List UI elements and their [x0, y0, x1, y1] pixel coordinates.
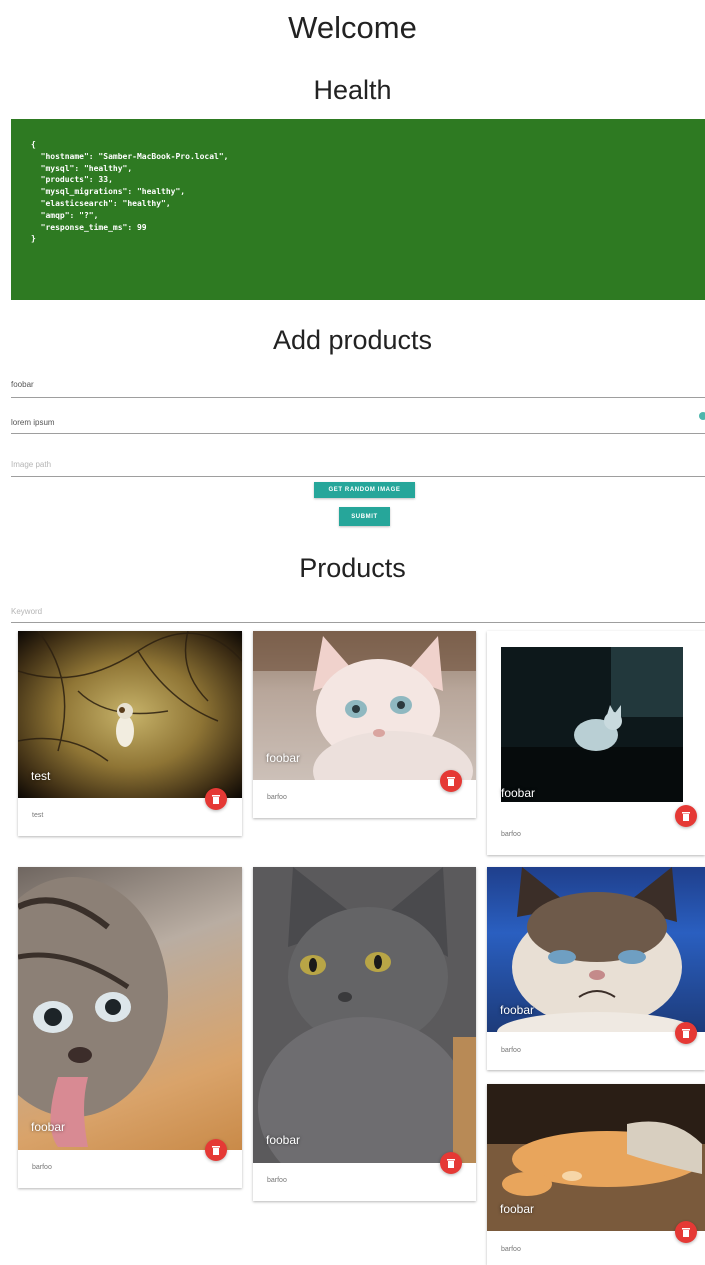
- health-line: "mysql": "healthy",: [31, 163, 133, 173]
- product-card: foobar barfoo: [253, 631, 476, 818]
- card-description: barfoo: [501, 831, 521, 838]
- trash-icon: [682, 812, 690, 821]
- product-card: foobar barfoo: [18, 867, 242, 1188]
- welcome-heading: Welcome: [288, 10, 417, 45]
- product-card: foobar barfoo: [253, 867, 476, 1201]
- health-line: "hostname": "Samber-MacBook-Pro.local",: [31, 151, 229, 161]
- card-title: foobar: [500, 1003, 535, 1017]
- product-card: foobar barfoo: [487, 631, 705, 855]
- submit-button[interactable]: Submit: [339, 507, 390, 526]
- trash-icon: [682, 1228, 690, 1237]
- health-json: { "hostname": "Samber-MacBook-Pro.local"…: [31, 139, 705, 245]
- cat-on-counter-photo: [501, 647, 683, 802]
- health-line: "amqp": "?",: [31, 210, 99, 220]
- delete-button[interactable]: [205, 788, 227, 810]
- card-title: foobar: [500, 1202, 535, 1216]
- product-description-field: [11, 412, 705, 434]
- health-line: {: [31, 140, 36, 149]
- tree-branches-icon: [18, 631, 242, 762]
- health-line: }: [31, 234, 36, 244]
- focus-indicator-icon: [699, 412, 705, 420]
- products-heading: Products: [299, 553, 406, 583]
- card-title: foobar: [501, 786, 536, 800]
- health-line: "response_time_ms": 99: [31, 222, 147, 232]
- delete-button[interactable]: [675, 805, 697, 827]
- cat-in-tree-photo: [18, 631, 242, 798]
- trash-icon: [212, 795, 220, 804]
- card-title: foobar: [266, 751, 301, 765]
- kitten-tongue-photo: [18, 867, 242, 1150]
- trash-icon: [212, 1146, 220, 1155]
- kitten-icon: [18, 877, 168, 1147]
- delete-button[interactable]: [205, 1139, 227, 1161]
- cat-on-counter-icon: [501, 647, 683, 802]
- card-description: barfoo: [32, 1164, 52, 1171]
- gray-cat-icon: [253, 867, 476, 1163]
- card-description: barfoo: [501, 1246, 521, 1253]
- gray-cat-photo: [253, 867, 476, 1163]
- card-description: barfoo: [267, 794, 287, 801]
- image-path-field: [11, 454, 705, 477]
- card-description: barfoo: [267, 1177, 287, 1184]
- health-line: "products": 33,: [31, 175, 113, 185]
- keyword-search-field: [11, 601, 705, 623]
- product-card: foobar barfoo: [487, 867, 705, 1070]
- delete-button[interactable]: [440, 770, 462, 792]
- product-name-input[interactable]: [11, 380, 705, 389]
- card-title: foobar: [31, 1120, 66, 1134]
- delete-button[interactable]: [675, 1022, 697, 1044]
- health-panel: { "hostname": "Samber-MacBook-Pro.local"…: [11, 119, 705, 300]
- add-products-heading: Add products: [272, 325, 433, 355]
- keyword-search-input[interactable]: [11, 607, 705, 616]
- health-heading: Health: [313, 75, 392, 105]
- health-line: "mysql_migrations": "healthy",: [31, 187, 186, 197]
- card-title: test: [31, 769, 51, 783]
- delete-button[interactable]: [675, 1221, 697, 1243]
- card-description: test: [32, 812, 44, 819]
- product-card: foobar barfoo: [487, 1084, 705, 1265]
- product-card: test test: [18, 631, 242, 836]
- trash-icon: [682, 1029, 690, 1038]
- card-title: foobar: [266, 1133, 301, 1147]
- health-line: "elasticsearch": "healthy",: [31, 198, 171, 208]
- trash-icon: [447, 1159, 455, 1168]
- image-path-input[interactable]: [11, 460, 705, 469]
- trash-icon: [447, 777, 455, 786]
- get-random-image-button[interactable]: Get random image: [314, 482, 415, 498]
- product-description-input[interactable]: [11, 418, 705, 427]
- product-name-field: [11, 374, 705, 398]
- delete-button[interactable]: [440, 1152, 462, 1174]
- card-description: barfoo: [501, 1047, 521, 1054]
